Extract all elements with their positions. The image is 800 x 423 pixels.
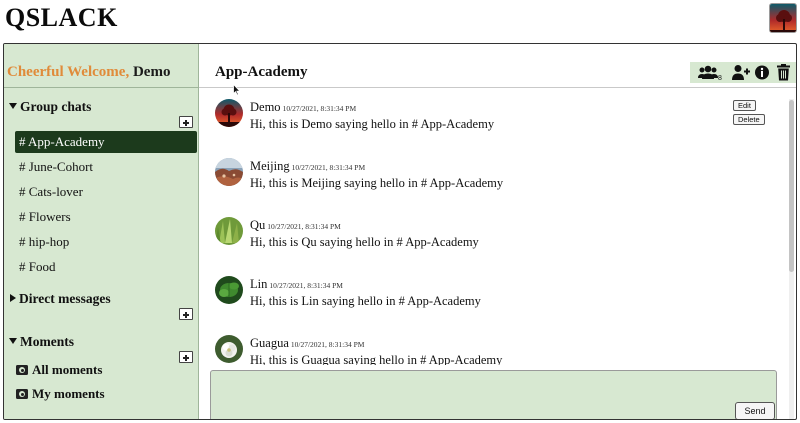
info-icon <box>755 65 769 80</box>
all-moments-label: All moments <box>32 362 103 377</box>
message-timestamp: 10/27/2021, 8:31:34 PM <box>267 222 341 231</box>
direct-messages-toggle[interactable]: Direct messages <box>9 291 111 307</box>
delete-channel-button[interactable] <box>776 64 791 86</box>
message-author: Lin 10/27/2021, 8:31:34 PM <box>250 277 343 292</box>
welcome-message: Cheerful Welcome, Demo <box>7 64 170 81</box>
camera-icon <box>16 365 28 375</box>
sidebar: Cheerful Welcome, Demo Group chats # App… <box>4 44 199 419</box>
user-avatar[interactable] <box>215 99 243 127</box>
chat-panel: App-Academy 8 Demo 10/27/2021, 8:31:34 P… <box>199 44 796 419</box>
channel-item-cats-lover[interactable]: # Cats-lover <box>15 181 197 203</box>
welcome-username: Demo <box>132 64 171 80</box>
moments-toggle[interactable]: Moments <box>9 334 74 350</box>
direct-messages-label: Direct messages <box>19 291 111 306</box>
divider <box>4 87 198 88</box>
message-item: Demo 10/27/2021, 8:31:34 PM Hi, this is D… <box>215 93 775 143</box>
moments-label: Moments <box>20 334 74 349</box>
user-avatar[interactable] <box>215 276 243 304</box>
message-author: Demo 10/27/2021, 8:31:34 PM <box>250 100 356 115</box>
app-frame: Cheerful Welcome, Demo Group chats # App… <box>3 43 797 420</box>
message-item: Meijing 10/27/2021, 8:31:34 PM Hi, this i… <box>215 152 775 202</box>
user-avatar[interactable] <box>215 158 243 186</box>
message-timestamp: 10/27/2021, 8:31:34 PM <box>269 281 343 290</box>
channel-item-flowers[interactable]: # Flowers <box>15 206 197 228</box>
author-name: Lin <box>250 277 268 291</box>
author-name: Demo <box>250 100 281 114</box>
send-button[interactable]: Send <box>735 402 775 419</box>
channel-item-food[interactable]: # Food <box>15 256 197 278</box>
camera-icon <box>16 389 28 399</box>
welcome-prefix: Cheerful Welcome, <box>7 64 130 80</box>
add-user-icon <box>732 65 750 80</box>
author-name: Qu <box>250 218 266 232</box>
my-moments-link[interactable]: My moments <box>16 386 105 402</box>
message-text: Hi, this is Qu saying hello in # App-Aca… <box>250 235 479 249</box>
group-chats-toggle[interactable]: Group chats <box>9 99 91 115</box>
message-text: Hi, this is Guagua saying hello in # App… <box>250 353 503 365</box>
mouse-cursor-icon <box>233 83 241 101</box>
channel-item-june-cohort[interactable]: # June-Cohort <box>15 156 197 178</box>
message-timestamp: 10/27/2021, 8:31:34 PM <box>290 340 365 349</box>
message-author: Qu 10/27/2021, 8:31:34 PM <box>250 218 341 233</box>
my-moments-label: My moments <box>32 386 105 401</box>
message-item: Qu 10/27/2021, 8:31:34 PM Hi, this is Qu … <box>215 211 775 261</box>
edit-message-button[interactable]: Edit <box>733 100 756 111</box>
top-bar: QSLACK <box>0 0 800 42</box>
app-logo-title[interactable]: QSLACK <box>5 3 118 33</box>
message-input[interactable] <box>210 370 777 419</box>
users-icon: 8 <box>698 65 722 82</box>
divider <box>199 87 796 88</box>
member-count: 8 <box>718 75 722 81</box>
message-author: Guagua 10/27/2021, 8:31:34 PM <box>250 336 364 351</box>
trash-icon <box>777 64 790 81</box>
channel-info-button[interactable] <box>754 64 770 86</box>
group-chats-label: Group chats <box>20 99 92 114</box>
caret-down-icon <box>9 103 17 109</box>
user-avatar[interactable] <box>215 335 243 363</box>
message-text: Hi, this is Meijing saying hello in # Ap… <box>250 176 504 190</box>
all-moments-link[interactable]: All moments <box>16 362 102 378</box>
add-direct-message-button[interactable] <box>179 308 193 320</box>
delete-message-button[interactable]: Delete <box>733 114 765 125</box>
add-member-button[interactable] <box>731 64 751 86</box>
message-text: Hi, this is Demo saying hello in # App-A… <box>250 117 495 131</box>
message-item: Guagua 10/27/2021, 8:31:34 PM Hi, this is… <box>215 329 775 365</box>
message-scrollbar-thumb[interactable] <box>789 100 794 272</box>
add-moment-button[interactable] <box>179 351 193 363</box>
caret-right-icon <box>10 294 16 302</box>
message-author: Meijing 10/27/2021, 8:31:34 PM <box>250 159 365 174</box>
add-group-chat-button[interactable] <box>179 116 193 128</box>
author-name: Meijing <box>250 159 290 173</box>
channel-title: App-Academy <box>215 64 308 80</box>
author-name: Guagua <box>250 336 289 350</box>
channel-toolbar: 8 <box>690 62 796 86</box>
message-timestamp: 10/27/2021, 8:31:34 PM <box>291 163 366 172</box>
message-text: Hi, this is Lin saying hello in # App-Ac… <box>250 294 481 308</box>
message-timestamp: 10/27/2021, 8:31:34 PM <box>282 104 357 113</box>
message-item: Lin 10/27/2021, 8:31:34 PM Hi, this is Li… <box>215 270 775 320</box>
channel-item-hip-hop[interactable]: # hip-hop <box>15 231 197 253</box>
message-list[interactable]: Demo 10/27/2021, 8:31:34 PM Hi, this is D… <box>199 89 796 365</box>
caret-down-icon <box>9 338 17 344</box>
user-avatar[interactable] <box>769 3 797 33</box>
members-button[interactable]: 8 <box>698 64 722 86</box>
user-avatar[interactable] <box>215 217 243 245</box>
channel-item-app-academy[interactable]: # App-Academy <box>15 131 197 153</box>
